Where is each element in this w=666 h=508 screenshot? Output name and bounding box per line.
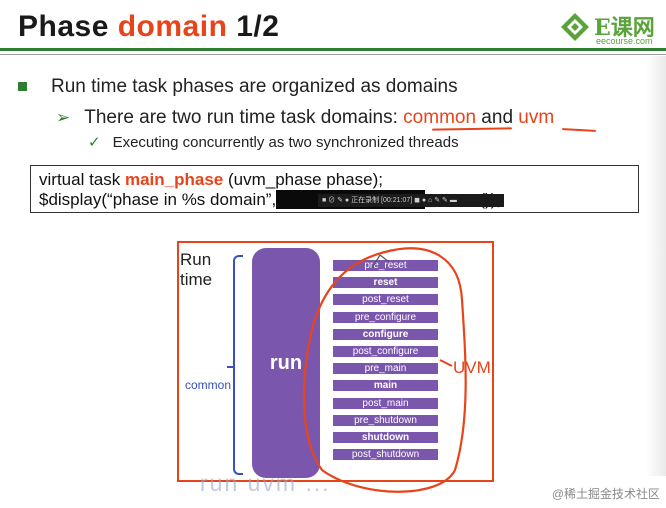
- video-subtitle: run uvm ...: [200, 470, 331, 496]
- handdrawn-uvm-circle: [302, 247, 467, 493]
- watermark: @稀土掘金技术社区: [551, 487, 660, 501]
